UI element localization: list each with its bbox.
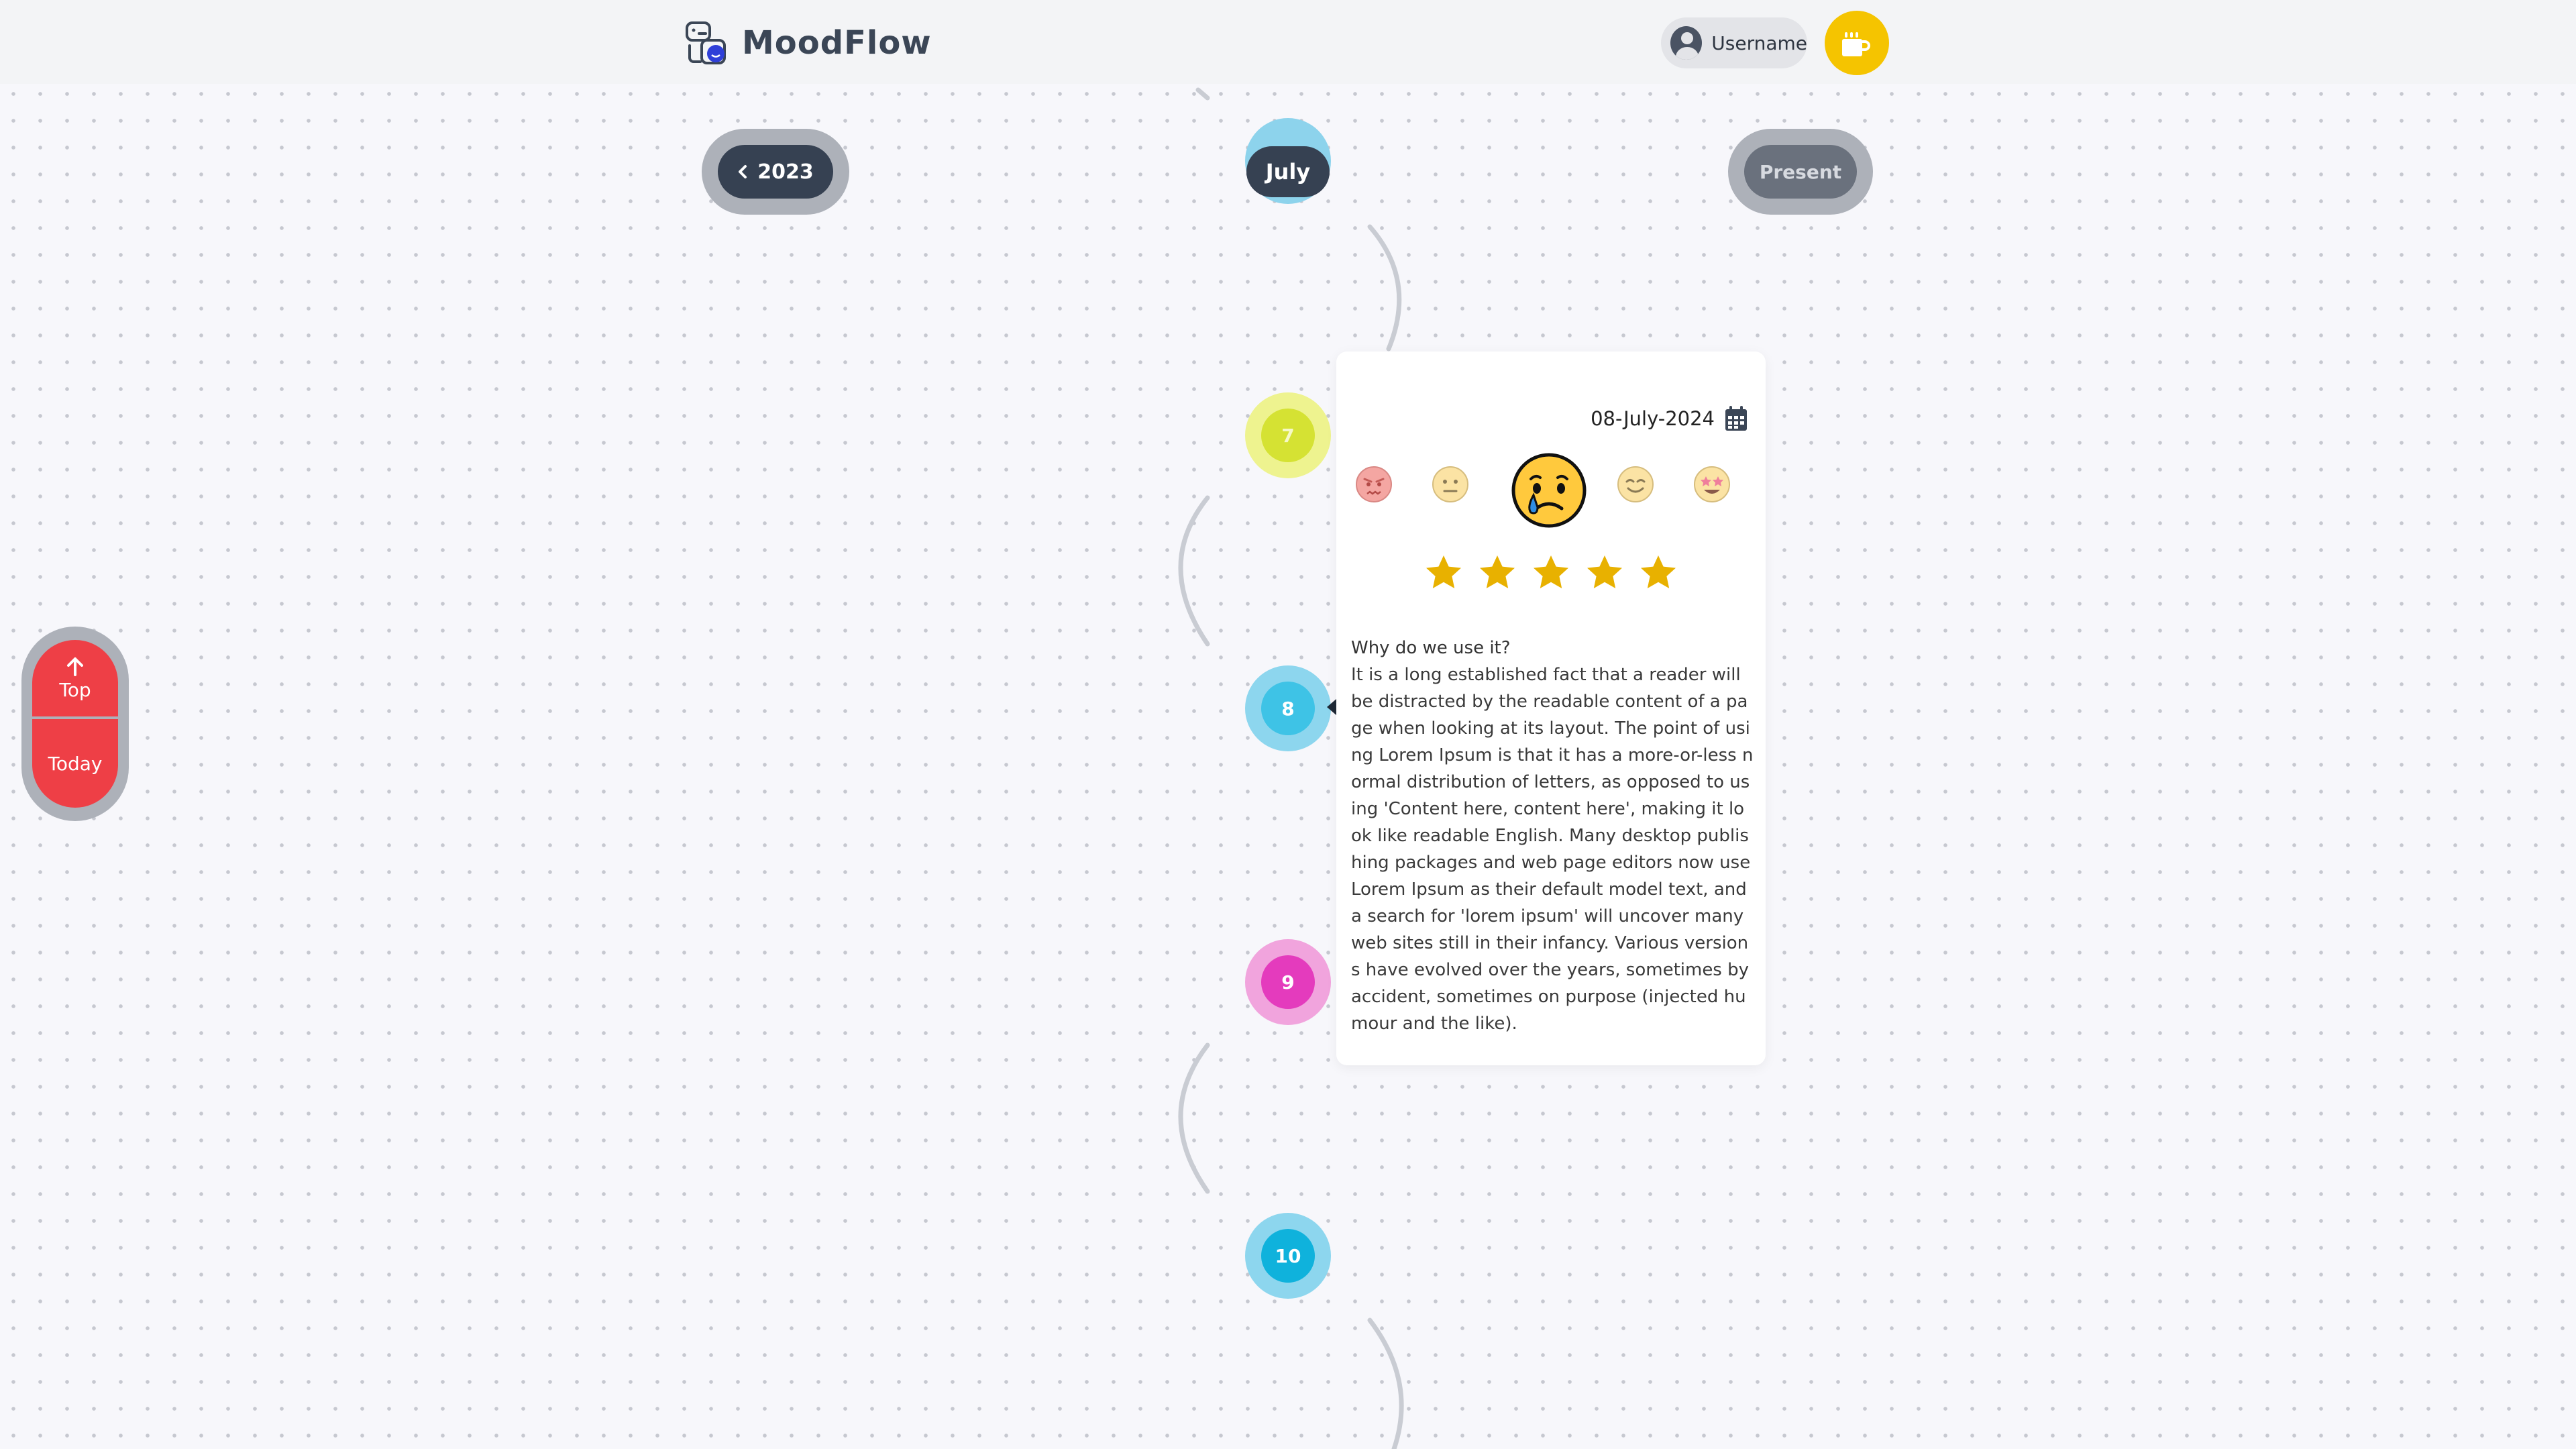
- angry-face-icon[interactable]: [1355, 466, 1393, 503]
- rating-stars: [1336, 553, 1766, 606]
- top-label: Top: [59, 678, 91, 701]
- star-struck-face-icon[interactable]: [1693, 466, 1731, 503]
- prev-year-button-container: 2023: [702, 129, 849, 215]
- day-node-7[interactable]: 7: [1245, 392, 1331, 478]
- star-icon[interactable]: [1531, 553, 1571, 593]
- day-node-8[interactable]: 8: [1245, 665, 1331, 751]
- day-number: 10: [1261, 1229, 1315, 1283]
- side-navigation: Top Today: [21, 627, 129, 821]
- neutral-face-icon[interactable]: [1432, 466, 1469, 503]
- present-button[interactable]: Present: [1744, 145, 1857, 199]
- today-button[interactable]: Today: [32, 719, 118, 808]
- day-number: 8: [1261, 682, 1315, 735]
- day-node-10[interactable]: 10: [1245, 1213, 1331, 1299]
- year-label: 2023: [757, 160, 814, 184]
- star-icon[interactable]: [1477, 553, 1517, 593]
- star-icon[interactable]: [1585, 553, 1625, 593]
- mood-entry-card: 08-July-2024 Why do we use it? It is a l…: [1336, 352, 1766, 1065]
- entry-date-label: 08-July-2024: [1591, 407, 1715, 430]
- day-node-9[interactable]: 9: [1245, 939, 1331, 1025]
- arrow-up-icon: [67, 657, 83, 676]
- crying-face-icon[interactable]: [1511, 452, 1587, 529]
- day-number: 9: [1261, 955, 1315, 1009]
- chevron-left-icon: [739, 165, 747, 178]
- entry-body-text[interactable]: It is a long established fact that a rea…: [1351, 661, 1754, 1037]
- star-icon[interactable]: [1424, 553, 1464, 593]
- star-icon[interactable]: [1638, 553, 1678, 593]
- scroll-top-button[interactable]: Top: [32, 640, 118, 716]
- day-number: 7: [1261, 409, 1315, 462]
- today-label: Today: [48, 752, 103, 775]
- entry-date[interactable]: 08-July-2024: [1591, 405, 1748, 432]
- present-button-container: Present: [1728, 129, 1873, 215]
- mood-selector: [1336, 452, 1766, 539]
- smiling-face-icon[interactable]: [1617, 466, 1654, 503]
- calendar-icon[interactable]: [1724, 405, 1748, 432]
- card-pointer: [1327, 699, 1336, 715]
- prev-year-button[interactable]: 2023: [718, 145, 833, 199]
- month-label: July: [1246, 146, 1330, 197]
